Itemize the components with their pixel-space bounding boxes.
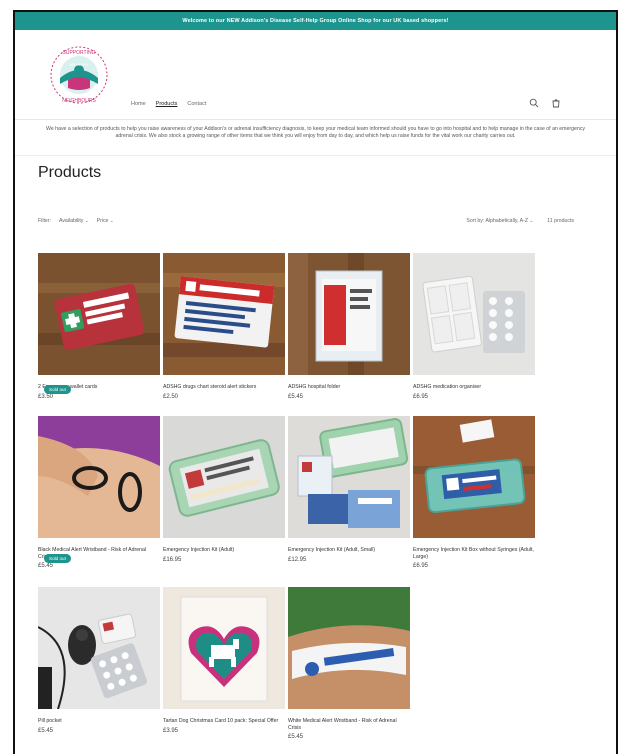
product-image (288, 416, 410, 538)
product-card[interactable]: Emergency Injection Kit Box without Syri… (413, 416, 535, 569)
product-price: £5.45 (288, 734, 304, 740)
product-card[interactable]: Emergency Injection Kit (Adult) £16.95 (163, 416, 285, 563)
product-image (38, 253, 160, 375)
site-header: SUPPORTING NEIGHBOURS ADDISON'S Home Pro… (15, 30, 616, 120)
intro-text: We have a selection of products to help … (15, 120, 616, 156)
product-price: £5.45 (38, 727, 54, 734)
product-price: £6.95 (413, 563, 429, 569)
charity-logo[interactable]: SUPPORTING NEIGHBOURS ADDISON'S (48, 44, 110, 106)
product-name[interactable]: ADSHG hospital folder (288, 384, 410, 391)
filter-label: Filter: (38, 218, 51, 224)
announcement-text: Welcome to our NEW Addison's Disease Sel… (182, 18, 449, 24)
product-card[interactable]: White Medical Alert Wristband - Risk of … (288, 587, 410, 740)
filter-price-label: Price (96, 218, 109, 224)
product-card[interactable]: ADSHG drugs chart steroid alert stickers… (163, 253, 285, 400)
product-name[interactable]: White Medical Alert Wristband - Risk of … (288, 718, 410, 731)
chevron-down-icon: ⌄ (84, 218, 89, 223)
sort-control[interactable]: Sort by: Alphabetically, A-Z ⌄ (466, 218, 533, 224)
product-name[interactable]: Emergency Injection Kit (Adult, Small) (288, 547, 410, 554)
header-icons (529, 98, 561, 108)
product-image (288, 587, 410, 709)
status-badge: Sold out (44, 384, 71, 394)
product-name[interactable]: Emergency Injection Kit Box without Syri… (413, 547, 535, 560)
logo-text-bottom: NEIGHBOURS (62, 98, 96, 104)
filter-price[interactable]: Price ⌄ (97, 218, 114, 224)
product-count: 11 products (547, 218, 574, 224)
product-card[interactable]: Tartan Dog Christmas Card 10 pack: Speci… (163, 587, 285, 734)
product-card[interactable]: Sold out 2 Emergency wallet cards £3.50 (38, 253, 160, 400)
logo-text-top: SUPPORTING (63, 50, 96, 56)
cart-icon[interactable] (551, 98, 561, 108)
sort-label: Sort by: (466, 218, 485, 224)
product-name[interactable]: Pill pocket (38, 718, 160, 725)
sort-value: Alphabetically, A-Z (485, 218, 529, 224)
product-price: £3.50 (38, 393, 54, 400)
nav-products[interactable]: Products (156, 101, 178, 107)
product-price: £12.95 (288, 556, 307, 563)
nav-contact[interactable]: Contact (187, 101, 206, 107)
product-price: £2.50 (163, 393, 179, 400)
product-price: £6.95 (413, 393, 429, 400)
filter-bar: Filter: Availability ⌄ Price ⌄ Sort by: … (38, 216, 574, 228)
product-image (163, 253, 285, 375)
chevron-down-icon: ⌄ (109, 218, 114, 223)
page-title: Products (38, 164, 102, 181)
main-nav: Home Products Contact (131, 101, 206, 107)
product-image (37, 587, 160, 710)
product-name[interactable]: ADSHG medication organiser (413, 384, 535, 391)
chevron-down-icon: ⌄ (529, 218, 534, 223)
product-card[interactable]: Emergency Injection Kit (Adult, Small) £… (288, 416, 410, 563)
filter-availability-label: Availability (58, 218, 84, 224)
product-image (38, 416, 160, 538)
announcement-bar: Welcome to our NEW Addison's Disease Sel… (15, 12, 616, 30)
product-card[interactable]: Pill pocket £5.45 (37, 587, 160, 734)
nav-home[interactable]: Home (131, 101, 146, 107)
product-price: £5.45 (38, 563, 54, 569)
product-name[interactable]: Tartan Dog Christmas Card 10 pack: Speci… (163, 718, 285, 725)
product-image (288, 253, 410, 375)
product-price: £3.95 (163, 727, 179, 734)
product-image (413, 416, 535, 538)
product-image (413, 253, 535, 375)
product-card[interactable]: ADSHG medication organiser £6.95 (413, 253, 535, 400)
product-name[interactable]: Emergency Injection Kit (Adult) (163, 547, 285, 554)
search-icon[interactable] (529, 98, 539, 108)
product-card[interactable]: Sold out Black Medical Alert Wristband -… (38, 416, 160, 569)
logo-text-center: ADDISON'S (70, 63, 90, 67)
product-image (163, 416, 285, 538)
product-price: £5.45 (288, 393, 304, 400)
product-price: £16.95 (163, 556, 182, 563)
filter-availability[interactable]: Availability ⌄ (59, 218, 89, 224)
product-card[interactable]: ADSHG hospital folder £5.45 (288, 253, 410, 400)
product-image (163, 587, 285, 709)
status-badge: Sold out (44, 554, 71, 563)
product-name[interactable]: ADSHG drugs chart steroid alert stickers (163, 384, 285, 391)
